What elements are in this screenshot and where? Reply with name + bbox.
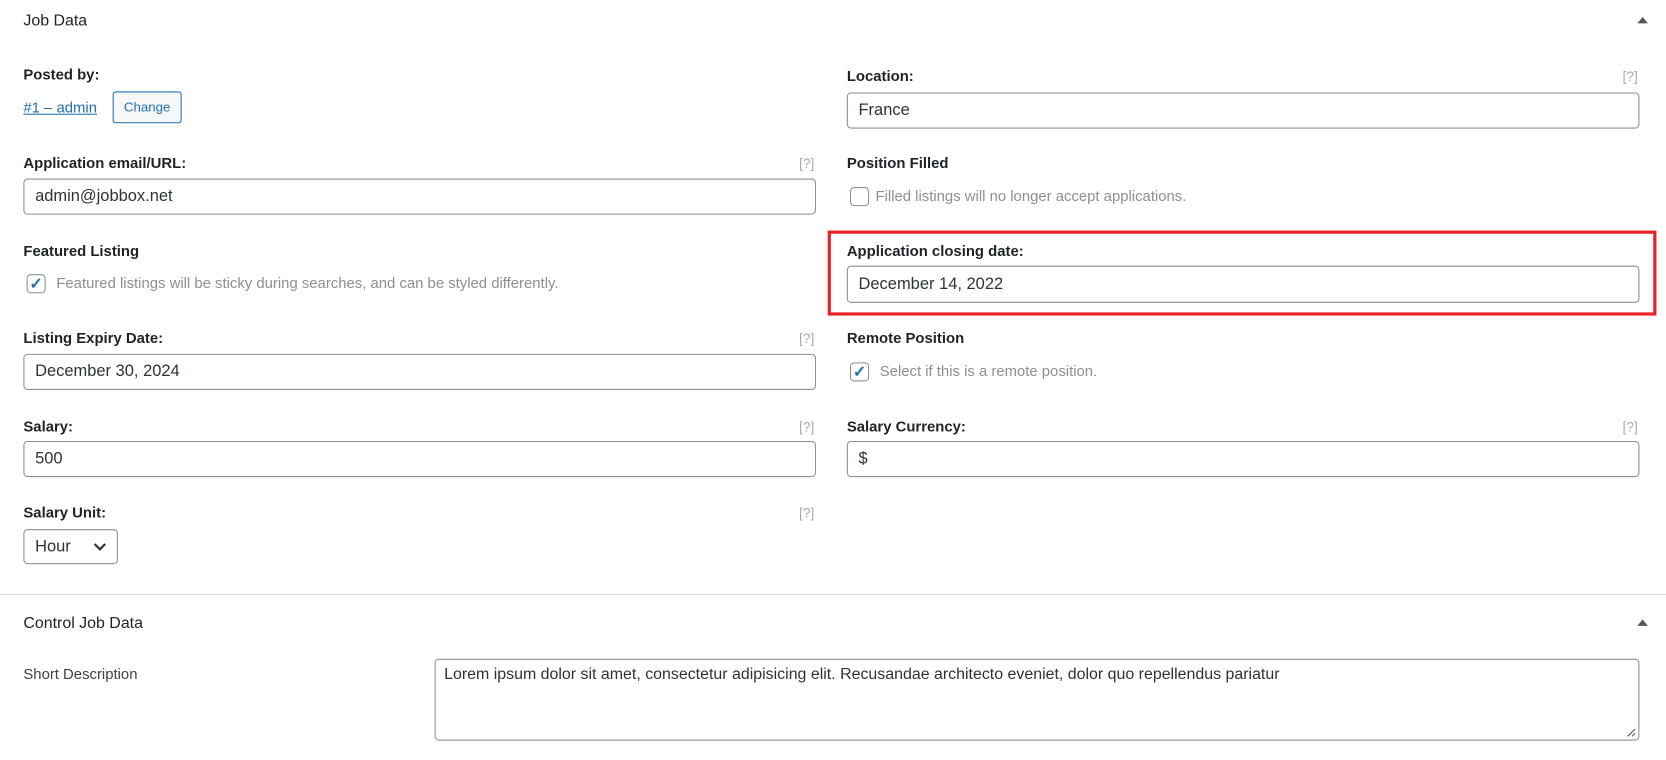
salary-input[interactable]: 500 (23, 440, 816, 478)
featured-listing-description: Featured listings will be sticky during … (56, 274, 559, 292)
salary-help-icon[interactable]: [?] (799, 419, 814, 435)
location-label: Location: (846, 66, 914, 84)
application-email-input[interactable]: admin@jobbox.net (23, 178, 816, 215)
featured-listing-label: Featured Listing (23, 242, 140, 260)
expiry-help-icon[interactable]: [?] (799, 330, 814, 346)
short-description-text: Lorem ipsum dolor sit amet, consectetur … (444, 665, 1280, 684)
chevron-down-icon (93, 542, 106, 551)
short-description-label: Short Description (23, 665, 138, 683)
section-divider (0, 593, 1666, 595)
application-help-icon[interactable]: [?] (799, 155, 814, 171)
remote-position-description: Select if this is a remote position. (879, 362, 1098, 380)
location-help-icon[interactable]: [?] (1622, 68, 1637, 84)
remote-position-checkbox[interactable]: ✓ (850, 362, 870, 382)
job-data-title: Job Data (23, 11, 88, 30)
salary-unit-label: Salary Unit: (23, 503, 107, 521)
salary-currency-label: Salary Currency: (846, 417, 966, 435)
checkmark-icon: ✓ (29, 275, 43, 294)
salary-label: Salary: (23, 417, 73, 435)
position-filled-description: Filled listings will no longer accept ap… (875, 187, 1187, 204)
collapse-toggle-icon[interactable] (1637, 17, 1648, 24)
listing-expiry-input[interactable]: December 30, 2024 (23, 353, 816, 390)
resize-handle-icon[interactable] (1627, 728, 1637, 738)
posted-by-user-link[interactable]: #1 – admin (23, 99, 97, 116)
closing-date-input[interactable]: December 14, 2022 (846, 265, 1640, 303)
control-job-data-title: Control Job Data (23, 614, 143, 633)
unit-help-icon[interactable]: [?] (799, 505, 814, 521)
application-email-label: Application email/URL: (23, 154, 187, 172)
listing-expiry-label: Listing Expiry Date: (23, 329, 164, 347)
collapse-toggle-icon[interactable] (1637, 619, 1648, 626)
posted-by-label: Posted by: (23, 65, 100, 83)
salary-unit-value: Hour (35, 537, 71, 556)
position-filled-checkbox[interactable] (850, 187, 870, 207)
change-author-button[interactable]: Change (112, 91, 182, 124)
featured-listing-checkbox[interactable]: ✓ (26, 274, 46, 294)
location-input[interactable]: France (846, 92, 1640, 129)
closing-date-label: Application closing date: (846, 242, 1024, 260)
short-description-textarea[interactable]: Lorem ipsum dolor sit amet, consectetur … (434, 658, 1640, 741)
salary-unit-select[interactable]: Hour (23, 529, 118, 565)
checkmark-icon: ✓ (852, 363, 867, 382)
remote-position-label: Remote Position (846, 329, 965, 347)
job-edit-page: Job Data Posted by: #1 – admin Change Lo… (0, 0, 1666, 760)
salary-currency-input[interactable]: $ (846, 440, 1640, 478)
position-filled-label: Position Filled (846, 154, 949, 172)
currency-help-icon[interactable]: [?] (1622, 419, 1637, 435)
